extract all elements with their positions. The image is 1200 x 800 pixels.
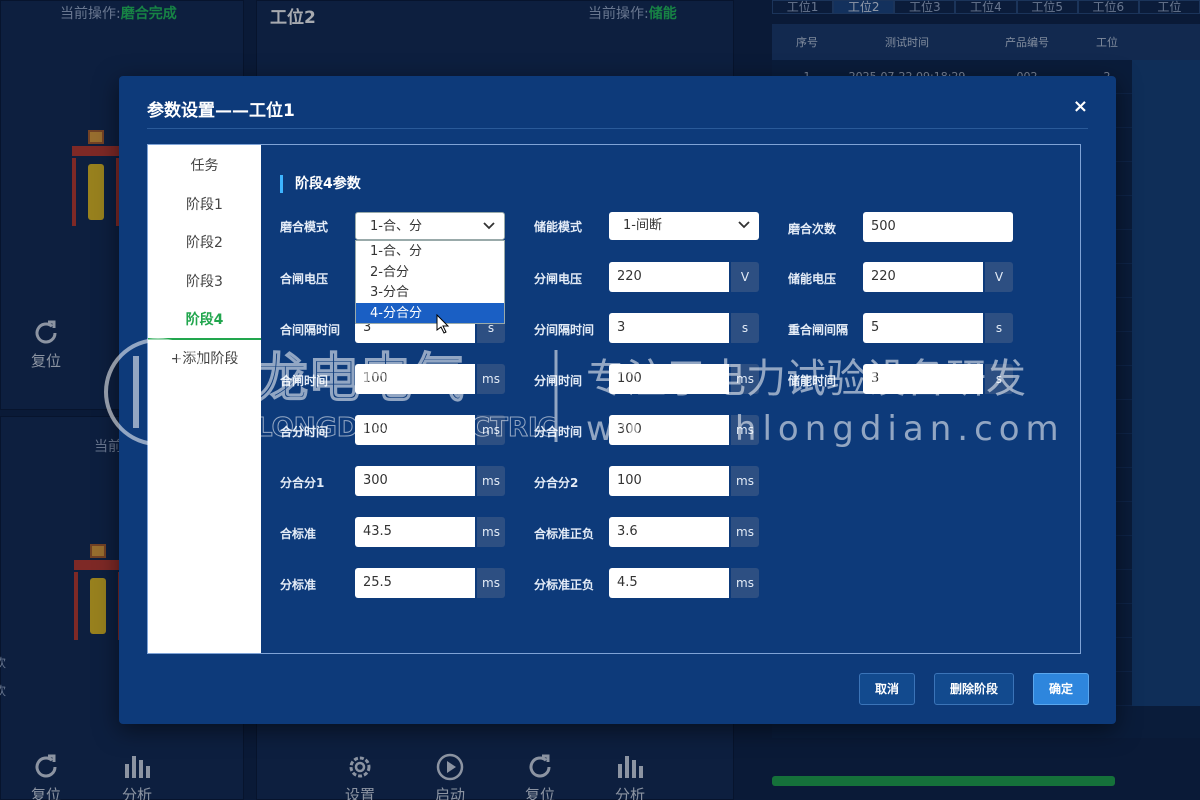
mode-dropdown-list: 1-合、分 2-合分 3-分合 4-分合分 — [355, 240, 505, 324]
sidebar-item-task[interactable]: 任务 — [148, 147, 261, 186]
open-close-time-unit: ms — [731, 415, 759, 445]
count-input[interactable]: 500 — [863, 212, 1013, 242]
open-tol-input[interactable]: 4.5 — [609, 568, 729, 598]
reclose-interval-input[interactable]: 5 — [863, 313, 983, 343]
stage-sidebar: 任务 阶段1 阶段2 阶段3 阶段4 +添加阶段 — [148, 145, 261, 653]
mode-label: 磨合模式 — [280, 220, 329, 234]
mode-option-2[interactable]: 2-合分 — [356, 262, 504, 283]
close-tol-label: 合标准正负 — [534, 527, 595, 541]
storage-mode-select[interactable]: 1-间断 — [609, 212, 759, 240]
close-icon[interactable]: × — [1073, 96, 1088, 117]
close-std-input[interactable]: 43.5 — [355, 517, 475, 547]
open-voltage-unit: V — [731, 262, 759, 292]
open-tol-label: 分标准正负 — [534, 578, 595, 592]
close-open-time-input[interactable]: 100 — [355, 415, 475, 445]
mode-option-4[interactable]: 4-分合分 — [356, 302, 504, 324]
mouse-cursor-icon — [436, 314, 450, 334]
param-panel: 任务 阶段1 阶段2 阶段3 阶段4 +添加阶段 阶段4参数 磨合模式 1-合、… — [147, 144, 1081, 654]
storage-voltage-label: 储能电压 — [788, 272, 837, 286]
open-time-unit: ms — [731, 364, 759, 394]
section-title: 阶段4参数 — [280, 175, 361, 193]
stage-content: 阶段4参数 磨合模式 1-合、分 储能模式 1-间断 磨合次数 500 合闸电压… — [261, 145, 1080, 653]
mode-select[interactable]: 1-合、分 — [355, 212, 505, 240]
ocoa2-unit: ms — [731, 466, 759, 496]
reclose-interval-label: 重合闸间隔 — [788, 323, 849, 337]
ocoa1-input[interactable]: 300 — [355, 466, 475, 496]
ocoa1-unit: ms — [477, 466, 505, 496]
cancel-button[interactable]: 取消 — [859, 673, 915, 705]
ocoa2-label: 分合分2 — [534, 476, 579, 490]
close-open-time-unit: ms — [477, 415, 505, 445]
reclose-interval-unit: s — [985, 313, 1013, 343]
ocoa1-label: 分合分1 — [280, 476, 325, 490]
open-voltage-label: 分闸电压 — [534, 272, 583, 286]
param-settings-dialog: 参数设置——工位1 × 任务 阶段1 阶段2 阶段3 阶段4 +添加阶段 阶段4… — [119, 76, 1116, 724]
storage-time-unit: s — [985, 364, 1013, 394]
chevron-down-icon — [738, 221, 750, 229]
close-time-label: 合闸时间 — [280, 374, 329, 388]
open-tol-unit: ms — [731, 568, 759, 598]
chevron-down-icon — [483, 222, 495, 230]
open-close-time-input[interactable]: 300 — [609, 415, 729, 445]
open-time-label: 分闸时间 — [534, 374, 583, 388]
open-std-input[interactable]: 25.5 — [355, 568, 475, 598]
storage-time-input[interactable]: 3 — [863, 364, 983, 394]
open-time-input[interactable]: 100 — [609, 364, 729, 394]
storage-mode-label: 储能模式 — [534, 220, 583, 234]
close-open-time-label: 合分时间 — [280, 425, 329, 439]
sidebar-item-stage1[interactable]: 阶段1 — [148, 186, 261, 225]
open-voltage-input[interactable]: 220 — [609, 262, 729, 292]
open-std-label: 分标准 — [280, 578, 317, 592]
sidebar-item-stage3[interactable]: 阶段3 — [148, 263, 261, 302]
open-interval-label: 分间隔时间 — [534, 323, 595, 337]
open-interval-input[interactable]: 3 — [609, 313, 729, 343]
open-close-time-label: 分合时间 — [534, 425, 583, 439]
close-voltage-label: 合闸电压 — [280, 272, 329, 286]
mode-option-1[interactable]: 1-合、分 — [356, 241, 504, 262]
dialog-title: 参数设置——工位1 — [147, 101, 295, 121]
close-tol-unit: ms — [731, 517, 759, 547]
count-label: 磨合次数 — [788, 222, 837, 236]
open-std-unit: ms — [477, 568, 505, 598]
storage-voltage-unit: V — [985, 262, 1013, 292]
open-interval-unit: s — [731, 313, 759, 343]
close-tol-input[interactable]: 3.6 — [609, 517, 729, 547]
storage-time-label: 储能时间 — [788, 374, 837, 388]
sidebar-item-stage4[interactable]: 阶段4 — [148, 301, 261, 340]
ocoa2-input[interactable]: 100 — [609, 466, 729, 496]
storage-voltage-input[interactable]: 220 — [863, 262, 983, 292]
sidebar-item-stage2[interactable]: 阶段2 — [148, 224, 261, 263]
add-stage-button[interactable]: +添加阶段 — [148, 340, 261, 379]
close-std-unit: ms — [477, 517, 505, 547]
close-std-label: 合标准 — [280, 527, 317, 541]
delete-stage-button[interactable]: 删除阶段 — [934, 673, 1014, 705]
close-interval-label: 合间隔时间 — [280, 323, 341, 337]
close-time-input[interactable]: 100 — [355, 364, 475, 394]
ok-button[interactable]: 确定 — [1033, 673, 1089, 705]
mode-option-3[interactable]: 3-分合 — [356, 282, 504, 303]
title-divider — [147, 128, 1088, 129]
close-time-unit: ms — [477, 364, 505, 394]
